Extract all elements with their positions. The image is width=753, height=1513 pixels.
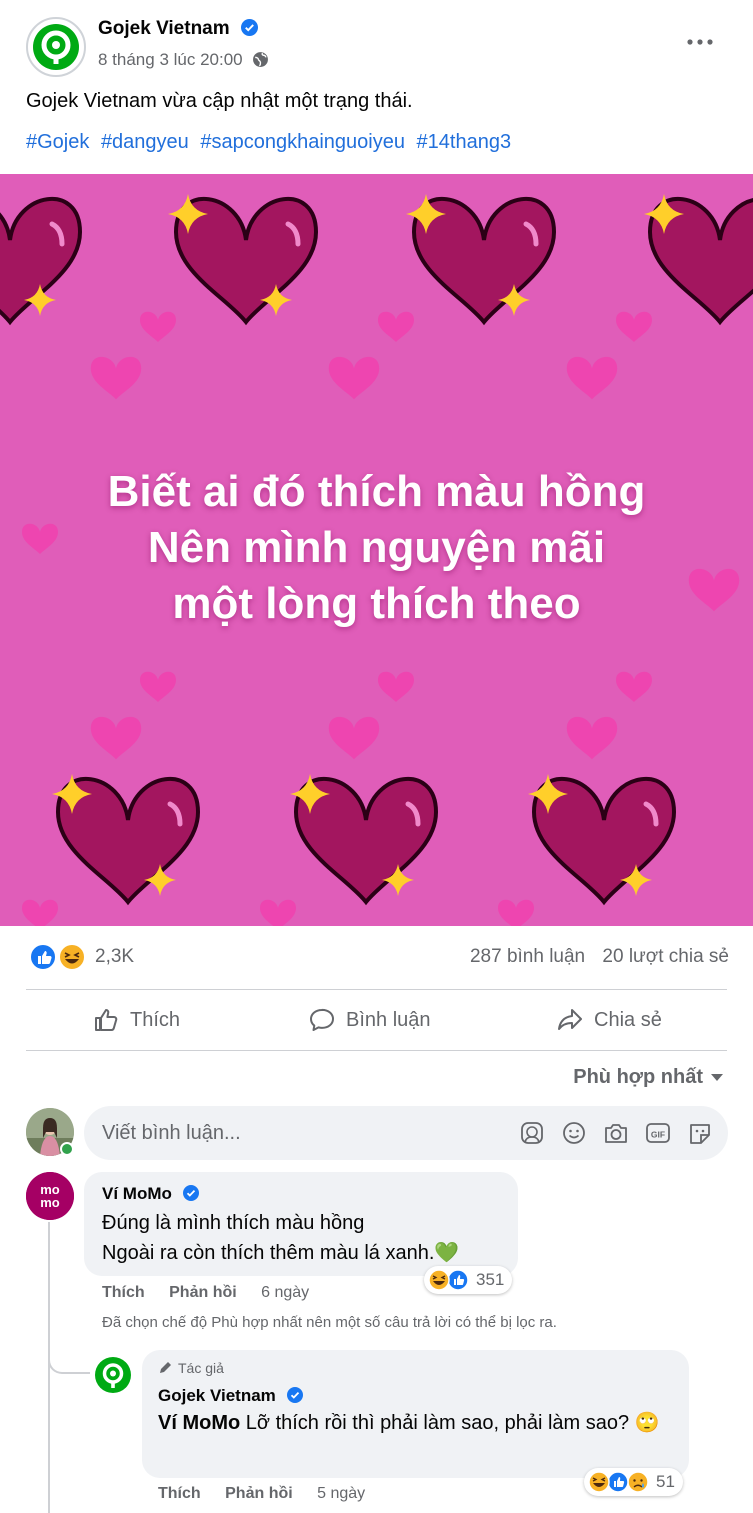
post-image[interactable]: Biết ai đó thích màu hồng Nên mình nguyệ…	[0, 174, 753, 926]
image-caption-line: Biết ai đó thích màu hồng	[107, 467, 646, 516]
sticker-icon[interactable]	[686, 1120, 714, 1146]
caret-down-icon	[711, 1074, 723, 1081]
post-header: Gojek Vietnam 8 tháng 3 lúc 20:00	[0, 0, 753, 84]
like-button[interactable]: Thích	[92, 1004, 180, 1036]
hashtag-link[interactable]: #Gojek	[26, 131, 89, 153]
comment-reply-button[interactable]: Phản hồi	[169, 1284, 237, 1301]
share-label: Chia sẻ	[594, 1008, 662, 1031]
globe-icon	[253, 52, 269, 67]
comment-sort-dropdown[interactable]: Phù hợp nhất	[573, 1066, 723, 1089]
author-tag-label: Tác giả	[178, 1360, 224, 1376]
post-actions: Thích Bình luận Chia sẻ	[0, 992, 753, 1050]
reply-author-name[interactable]: Gojek Vietnam	[158, 1386, 276, 1405]
online-status-indicator	[60, 1142, 74, 1156]
author-tag: Tác giả	[158, 1360, 224, 1376]
page-name[interactable]: Gojek Vietnam	[98, 18, 258, 40]
comment-author-name[interactable]: Ví MoMo	[102, 1184, 172, 1203]
emoji-icon[interactable]	[560, 1120, 588, 1146]
svg-text:GIF: GIF	[651, 1130, 665, 1140]
gojek-logo-icon	[95, 1357, 131, 1393]
momo-avatar[interactable]: mo mo	[26, 1172, 74, 1220]
comment-bubble-icon	[310, 1008, 334, 1031]
comment-author[interactable]: Ví MoMo	[102, 1184, 199, 1204]
gojek-avatar[interactable]	[26, 17, 86, 77]
image-caption-line: Nên mình nguyện mãi	[147, 523, 606, 572]
reply-like-button[interactable]: Thích	[158, 1485, 201, 1502]
comment-like-button[interactable]: Thích	[102, 1284, 145, 1301]
divider	[26, 1050, 727, 1051]
composer-tools: GIF	[518, 1120, 714, 1146]
post-meta: 8 tháng 3 lúc 20:00	[98, 50, 269, 70]
comment-count[interactable]: 287 bình luận	[470, 946, 585, 967]
reply-reply-button[interactable]: Phản hồi	[225, 1485, 293, 1502]
share-arrow-icon	[558, 1009, 582, 1030]
share-button[interactable]: Chia sẻ	[556, 1004, 662, 1036]
haha-like-sad-reaction-icons	[588, 1471, 649, 1493]
reply-text: Ví MoMo Lỡ thích rồi thì phải làm sao, p…	[158, 1408, 668, 1438]
hashtag-link[interactable]: #sapcongkhainguoiyeu	[200, 131, 405, 153]
gif-icon[interactable]: GIF	[644, 1120, 672, 1146]
engagement-counts: 287 bình luận 20 lượt chia sẻ	[470, 946, 729, 968]
comment-line: Đúng là mình thích màu hồng	[102, 1212, 365, 1234]
hashtag-link[interactable]: #14thang3	[417, 131, 512, 153]
comment-bubble: Ví MoMo Đúng là mình thích màu hồng Ngoà…	[84, 1172, 518, 1276]
thumbs-up-icon	[95, 1009, 118, 1031]
image-caption-line: một lòng thích theo	[172, 579, 581, 628]
comment-actions: Thích Phản hồi 6 ngày	[102, 1284, 309, 1302]
reply-reactions[interactable]: 51	[584, 1468, 683, 1496]
share-count[interactable]: 20 lượt chia sẻ	[602, 946, 729, 967]
haha-like-reaction-icons	[428, 1269, 469, 1291]
comment-reaction-count: 351	[476, 1270, 505, 1289]
verified-badge-icon	[182, 1185, 199, 1201]
post-status-text: Gojek Vietnam vừa cập nhật một trạng thá…	[26, 90, 413, 112]
verified-badge-icon	[286, 1387, 303, 1403]
page-name-text[interactable]: Gojek Vietnam	[98, 18, 230, 39]
sort-label: Phù hợp nhất	[573, 1066, 703, 1088]
reply-time[interactable]: 5 ngày	[317, 1485, 365, 1502]
reaction-count[interactable]: 2,3K	[95, 946, 134, 968]
reply-bubble: Tác giả Gojek Vietnam Ví MoMo Lỡ thích r…	[142, 1350, 689, 1478]
reply-body: Lỡ thích rồi thì phải làm sao, phải làm …	[240, 1412, 660, 1434]
comment-label: Bình luận	[346, 1008, 431, 1031]
post-timestamp[interactable]: 8 tháng 3 lúc 20:00	[98, 50, 243, 69]
comment-input[interactable]: Viết bình luận... GIF	[84, 1106, 728, 1160]
svg-text:mo: mo	[40, 1195, 60, 1210]
like-label: Thích	[130, 1008, 181, 1031]
gojek-logo-icon	[33, 24, 79, 70]
reply-author[interactable]: Gojek Vietnam	[158, 1386, 303, 1406]
comment-time[interactable]: 6 ngày	[261, 1284, 309, 1301]
comment-reactions[interactable]: 351	[424, 1266, 513, 1294]
reactions-summary: 2,3K 287 bình luận 20 lượt chia sẻ	[0, 940, 753, 976]
gojek-reply-avatar[interactable]	[94, 1356, 132, 1394]
camera-icon[interactable]	[602, 1120, 630, 1146]
reply-mention[interactable]: Ví MoMo	[158, 1412, 240, 1434]
pencil-icon	[160, 1362, 171, 1373]
thread-connector	[48, 1340, 90, 1374]
divider	[26, 989, 727, 990]
hashtag-link[interactable]: #dangyeu	[101, 131, 189, 153]
reply-actions: Thích Phản hồi 5 ngày	[158, 1485, 365, 1503]
filter-note: Đã chọn chế độ Phù hợp nhất nên một số c…	[102, 1314, 557, 1331]
hashtag-list: #Gojek #dangyeu #sapcongkhainguoiyeu #14…	[26, 131, 517, 154]
verified-badge-icon	[240, 19, 258, 36]
comment-text: Đúng là mình thích màu hồng Ngoài ra còn…	[102, 1208, 459, 1268]
avatar-sticker-icon[interactable]	[518, 1120, 546, 1146]
comment-line: Ngoài ra còn thích thêm màu lá xanh.💚	[102, 1242, 460, 1264]
comment-input-placeholder: Viết bình luận...	[102, 1122, 241, 1144]
momo-logo-icon: mo mo	[26, 1172, 74, 1220]
reply-reaction-count: 51	[656, 1472, 675, 1491]
more-options-icon[interactable]	[685, 30, 715, 54]
like-haha-reaction-icons[interactable]	[28, 942, 88, 972]
comment-button[interactable]: Bình luận	[308, 1004, 431, 1036]
